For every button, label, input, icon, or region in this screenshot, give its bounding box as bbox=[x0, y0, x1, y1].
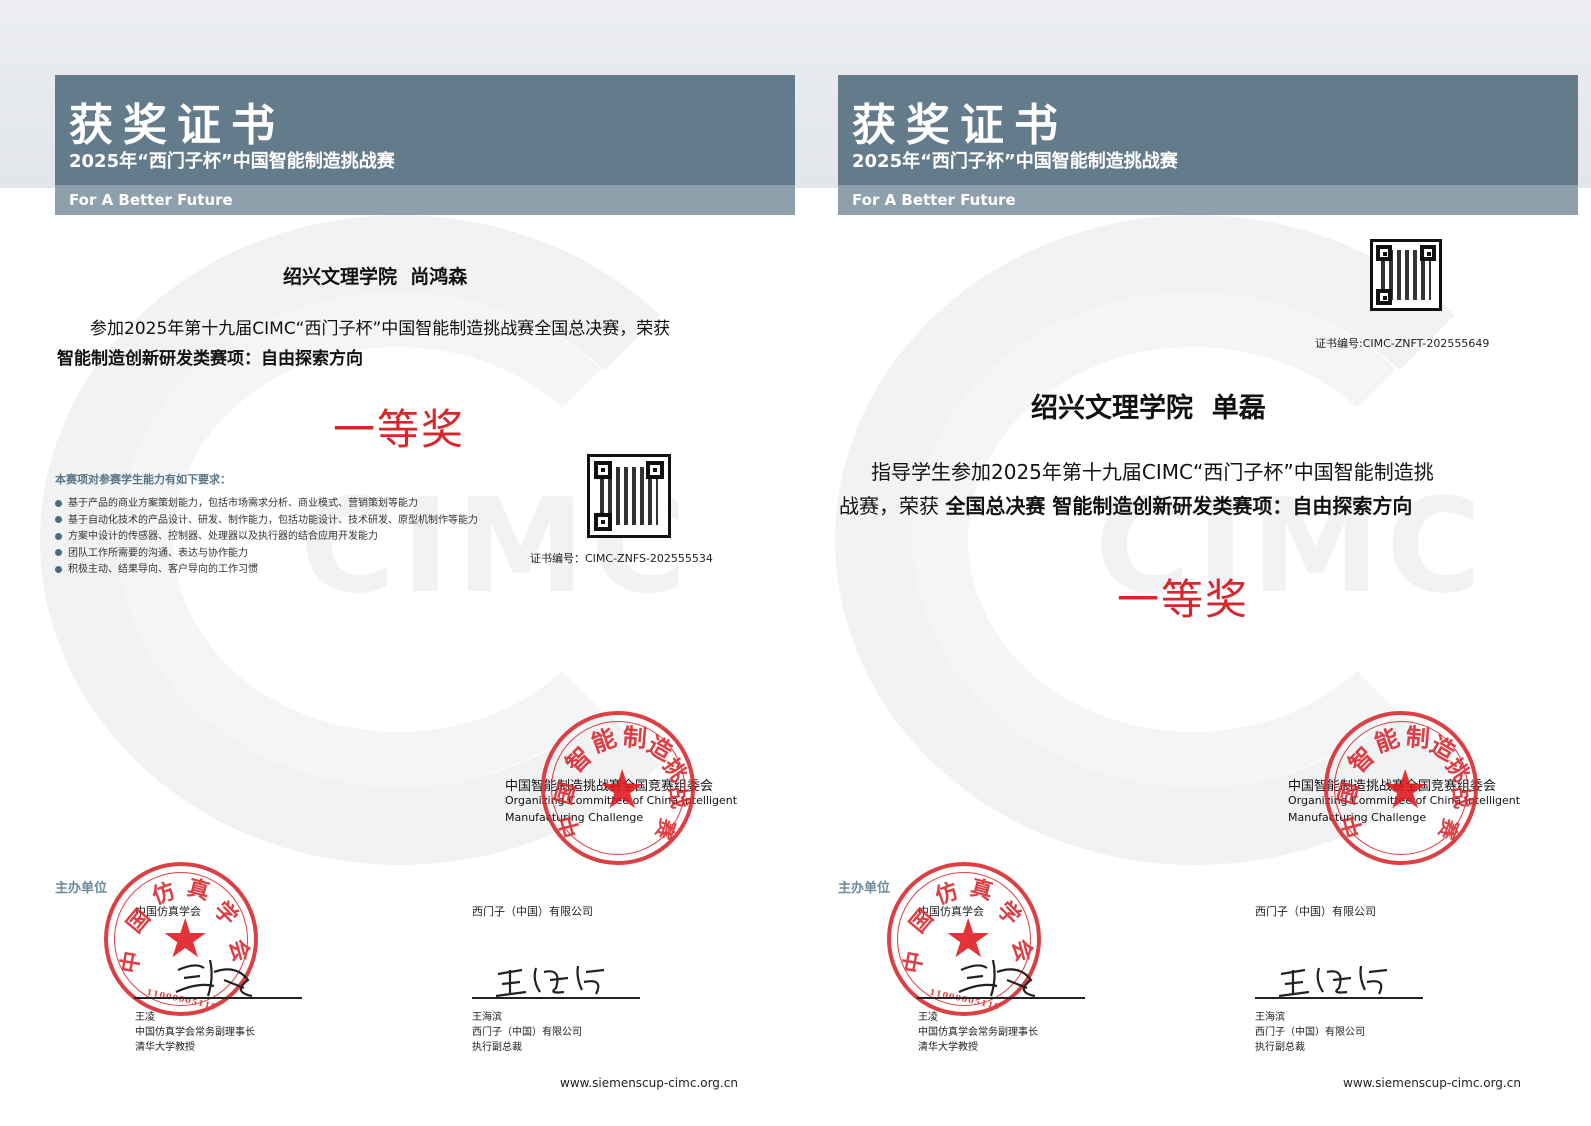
org1-title2: 清华大学教授 bbox=[135, 1042, 195, 1053]
signature-line bbox=[917, 997, 1085, 999]
org2-signer: 王海滨 bbox=[472, 1012, 502, 1023]
org2-title1: 西门子（中国）有限公司 bbox=[1255, 1027, 1365, 1038]
org2-signer: 王海滨 bbox=[1255, 1012, 1285, 1023]
award-category: 智能制造创新研发类赛项：自由探索方向 bbox=[57, 349, 363, 369]
requirements-title: 本赛项对参赛学生能力有如下要求： bbox=[55, 473, 231, 486]
list-item: 积极主动、结果导向、客户导向的工作习惯 bbox=[55, 562, 478, 579]
slogan: For A Better Future bbox=[852, 191, 1016, 209]
org2-title1: 西门子（中国）有限公司 bbox=[472, 1027, 582, 1038]
header-banner: 获奖证书 2025年“西门子杯”中国智能制造挑战赛 For A Better F… bbox=[838, 75, 1578, 215]
signature-line bbox=[1255, 997, 1423, 999]
body-text-line1: 参加2025年第十九届CIMC“西门子杯”中国智能制造挑战赛全国总决赛，荣获 bbox=[90, 319, 671, 339]
slogan: For A Better Future bbox=[69, 191, 233, 209]
competition-subtitle: 2025年“西门子杯”中国智能制造挑战赛 bbox=[852, 151, 1178, 172]
org1-signer: 王凌 bbox=[918, 1012, 938, 1023]
signature-line bbox=[472, 997, 640, 999]
committee-seal: ★ 中 国 智 能 制 造 挑 战 赛 bbox=[1324, 711, 1478, 865]
signature-wangling bbox=[958, 959, 1036, 998]
certificate-left: CIMC 获奖证书 2025年“西门子杯”中国智能制造挑战赛 For A Bet… bbox=[0, 0, 796, 1126]
certificate-number: 证书编号：CIMC-ZNFS-202555534 bbox=[530, 552, 713, 565]
org2-title2: 执行副总裁 bbox=[1255, 1042, 1305, 1053]
award-level: 一等奖 bbox=[1117, 575, 1250, 624]
bullet-icon bbox=[55, 499, 62, 507]
qr-code-icon[interactable] bbox=[1370, 239, 1442, 311]
bullet-icon bbox=[55, 532, 62, 540]
recipient-name: 绍兴文理学院 尚鸿森 bbox=[283, 266, 468, 288]
signature-wanghaibin bbox=[495, 965, 605, 998]
signature-wanghaibin bbox=[1278, 965, 1388, 998]
body-text-line2: 战赛，荣获 全国总决赛 智能制造创新研发类赛项：自由探索方向 bbox=[839, 490, 1412, 519]
certificate-number: 证书编号:CIMC-ZNFT-202555649 bbox=[1315, 337, 1490, 350]
organizer-label: 主办单位 bbox=[838, 881, 891, 896]
header-banner: 获奖证书 2025年“西门子杯”中国智能制造挑战赛 For A Better F… bbox=[55, 75, 795, 215]
list-item: 基于自动化技术的产品设计、研发、制作能力，包括功能设计、技术研发、原型机制作等能… bbox=[55, 513, 478, 530]
list-item: 团队工作所需要的沟通、表达与协作能力 bbox=[55, 546, 478, 563]
certificate-title: 获奖证书 bbox=[852, 100, 1068, 151]
list-item: 基于产品的商业方案策划能力，包括市场需求分析、商业模式、营销策划等能力 bbox=[55, 496, 478, 513]
signature-line bbox=[134, 997, 302, 999]
certificate-right: CIMC 获奖证书 2025年“西门子杯”中国智能制造挑战赛 For A Bet… bbox=[795, 0, 1591, 1126]
org1-title1: 中国仿真学会常务副理事长 bbox=[135, 1027, 255, 1038]
body-text-line1: 指导学生参加2025年第十九届CIMC“西门子杯”中国智能制造挑 bbox=[871, 460, 1434, 484]
competition-subtitle: 2025年“西门子杯”中国智能制造挑战赛 bbox=[69, 151, 395, 172]
award-level: 一等奖 bbox=[333, 405, 466, 454]
website-link[interactable]: www.siemenscup-cimc.org.cn bbox=[1343, 1076, 1521, 1090]
bullet-icon bbox=[55, 549, 62, 556]
website-link[interactable]: www.siemenscup-cimc.org.cn bbox=[560, 1076, 738, 1090]
recipient-name: 绍兴文理学院 单磊 bbox=[1031, 393, 1266, 424]
org1-title1: 中国仿真学会常务副理事长 bbox=[918, 1027, 1038, 1038]
committee-seal: ★ 中 国 智 能 制 造 挑 战 赛 bbox=[541, 711, 695, 865]
list-item: 方案中设计的传感器、控制器、处理器以及执行器的结合应用开发能力 bbox=[55, 529, 478, 546]
org1-title2: 清华大学教授 bbox=[918, 1042, 978, 1053]
star-icon: ★ bbox=[598, 758, 647, 821]
certificate-title: 获奖证书 bbox=[69, 100, 285, 151]
bullet-icon bbox=[55, 565, 62, 573]
org2-title2: 执行副总裁 bbox=[472, 1042, 522, 1053]
bullet-icon bbox=[55, 516, 62, 523]
requirements-list: 基于产品的商业方案策划能力，包括市场需求分析、商业模式、营销策划等能力 基于自动… bbox=[55, 496, 478, 579]
org2-name: 西门子（中国）有限公司 bbox=[472, 905, 593, 918]
organizer-label: 主办单位 bbox=[55, 881, 108, 896]
body-text-prefix: 战赛，荣获 bbox=[839, 494, 946, 518]
org1-signer: 王凌 bbox=[135, 1012, 155, 1023]
signature-wangling bbox=[175, 959, 253, 998]
org2-name: 西门子（中国）有限公司 bbox=[1255, 905, 1376, 918]
qr-code-icon[interactable] bbox=[587, 454, 671, 538]
star-icon: ★ bbox=[1381, 758, 1430, 821]
award-category: 全国总决赛 智能制造创新研发类赛项：自由探索方向 bbox=[945, 494, 1413, 518]
